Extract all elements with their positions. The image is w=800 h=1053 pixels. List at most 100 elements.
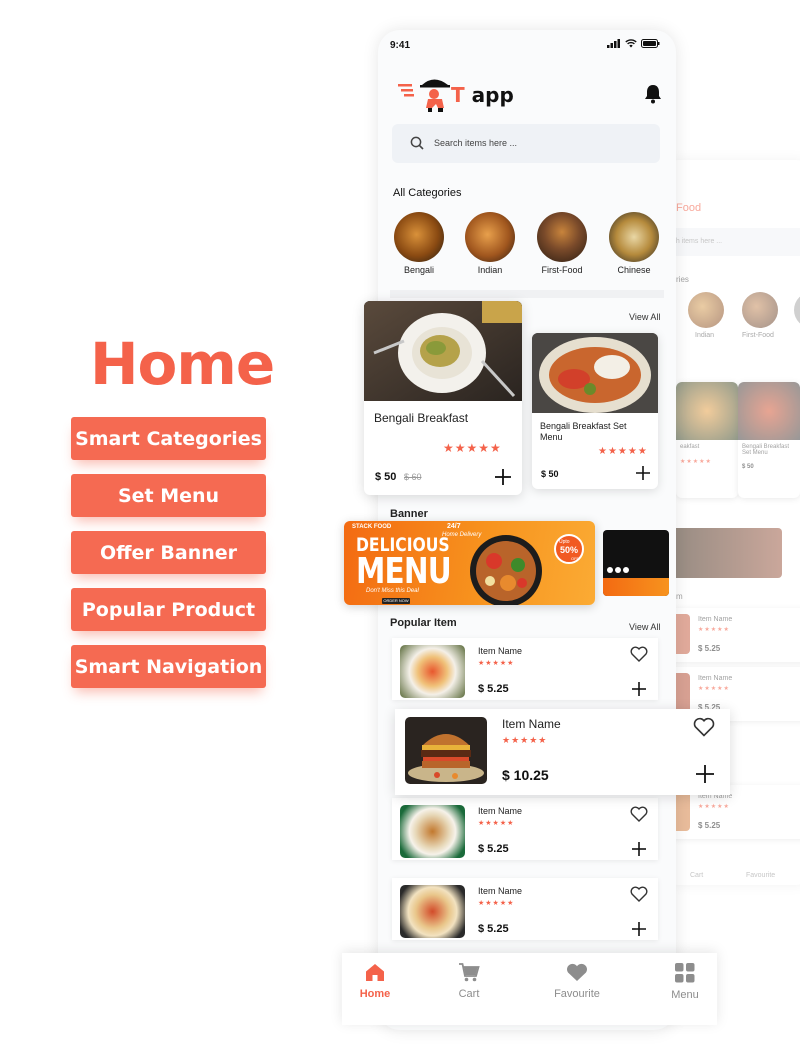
popular-item-image bbox=[400, 885, 465, 938]
category-label-first-food[interactable]: First-Food bbox=[527, 265, 597, 275]
categories-title: All Categories bbox=[393, 187, 462, 199]
search-input[interactable]: Search items here ... bbox=[392, 124, 660, 163]
banner-title: Banner bbox=[390, 508, 428, 520]
category-image-chinese[interactable] bbox=[609, 212, 659, 262]
back-menu-name: Bengali Breakfast Set Menu bbox=[742, 444, 790, 456]
delivery-logo-icon bbox=[398, 79, 450, 112]
offer-banner-secondary[interactable] bbox=[603, 530, 669, 596]
nav-favourite[interactable]: Favourite bbox=[542, 963, 612, 1000]
add-to-cart-plus-icon[interactable] bbox=[632, 682, 646, 696]
social-icon bbox=[623, 567, 629, 573]
category-label-indian[interactable]: Indian bbox=[455, 265, 525, 275]
popular-item-name: Item Name bbox=[478, 886, 523, 896]
add-to-cart-plus-icon[interactable] bbox=[696, 765, 714, 783]
home-icon bbox=[366, 964, 384, 981]
add-to-cart-plus-icon[interactable] bbox=[632, 842, 646, 856]
grid-icon bbox=[675, 963, 695, 983]
back-item-stars: ★★★★★ bbox=[698, 627, 730, 633]
nav-favourite-label: Favourite bbox=[554, 988, 600, 1000]
favourite-heart-icon[interactable] bbox=[630, 886, 648, 902]
popular-item-name: Item Name bbox=[478, 806, 523, 816]
notification-bell-icon[interactable] bbox=[644, 84, 662, 104]
category-image-first-food[interactable] bbox=[537, 212, 587, 262]
popular-view-all[interactable]: View All bbox=[629, 622, 660, 632]
back-nav-favourite: Favourite bbox=[746, 872, 776, 879]
feature-smart-categories: Smart Categories bbox=[71, 417, 266, 460]
offer-banner[interactable]: STACK FOOD DELICIOUS MENU Don't Miss thi… bbox=[344, 521, 595, 605]
back-category-label: First-Food bbox=[742, 332, 774, 339]
back-menu-card: eakfast ★★★★★ bbox=[676, 382, 738, 498]
search-placeholder: Search items here ... bbox=[434, 138, 518, 148]
back-item-stars: ★★★★★ bbox=[698, 686, 730, 692]
popular-item-card[interactable]: Item Name ★★★★★ $ 5.25 bbox=[392, 878, 658, 940]
back-bottom-nav: Cart Favourite bbox=[662, 850, 800, 885]
banner-badge: 24/7 bbox=[447, 523, 461, 530]
back-menu-image bbox=[738, 382, 800, 440]
back-list-title: m bbox=[676, 592, 683, 601]
bottom-navigation: Home Cart Favourite Menu bbox=[342, 953, 717, 1025]
set-menu-view-all[interactable]: View All bbox=[629, 312, 660, 322]
popular-item-image bbox=[400, 645, 465, 698]
back-banner bbox=[662, 528, 782, 578]
back-item-price: $ 5.25 bbox=[698, 644, 721, 653]
back-category-image bbox=[794, 292, 800, 328]
feature-offer-banner: Offer Banner bbox=[71, 531, 266, 574]
set-menu-name: Bengali Breakfast bbox=[374, 411, 469, 425]
add-to-cart-plus-icon[interactable] bbox=[636, 466, 650, 480]
signal-icon bbox=[607, 39, 620, 48]
favourite-heart-icon[interactable] bbox=[630, 646, 648, 662]
set-menu-image bbox=[532, 333, 658, 413]
set-menu-price: $ 50 bbox=[541, 469, 559, 479]
nav-cart-label: Cart bbox=[458, 988, 480, 1000]
popular-item-card[interactable]: Item Name ★★★★★ $ 5.25 bbox=[392, 798, 658, 860]
favourite-heart-icon[interactable] bbox=[693, 717, 715, 737]
nav-menu-label: Menu bbox=[671, 989, 699, 1001]
logo-word: app bbox=[471, 83, 514, 107]
add-to-cart-plus-icon[interactable] bbox=[632, 922, 646, 936]
popular-item-card[interactable]: Item Name ★★★★★ $ 5.25 bbox=[392, 638, 658, 700]
rice-plate-illustration bbox=[532, 333, 658, 413]
popular-item-name: Item Name bbox=[502, 717, 561, 731]
social-icon bbox=[615, 567, 621, 573]
category-label-chinese[interactable]: Chinese bbox=[599, 265, 669, 275]
add-to-cart-plus-icon[interactable] bbox=[495, 469, 511, 485]
category-label-bengali[interactable]: Bengali bbox=[384, 265, 454, 275]
social-icon bbox=[607, 567, 613, 573]
back-category-image bbox=[742, 292, 778, 328]
nav-home[interactable]: Home bbox=[340, 963, 410, 1000]
set-menu-card[interactable]: Bengali Breakfast Set Menu ★★★★★ $ 50 bbox=[532, 333, 658, 489]
cart-icon bbox=[459, 963, 480, 982]
feature-smart-navigation: Smart Navigation bbox=[71, 645, 266, 688]
popular-item-price: $ 5.25 bbox=[478, 923, 509, 935]
set-menu-old-price: $ 60 bbox=[404, 472, 422, 482]
back-search: rch items here ... bbox=[662, 228, 800, 256]
set-menu-card[interactable]: Bengali Breakfast ★★★★★ $ 50 $ 60 bbox=[364, 301, 522, 495]
popular-item-card-featured[interactable]: Item Name ★★★★★ $ 10.25 bbox=[395, 709, 730, 795]
popular-item-stars: ★★★★★ bbox=[478, 820, 515, 827]
wifi-icon bbox=[625, 39, 637, 48]
back-menu-price: $ 50 bbox=[742, 464, 754, 470]
category-image-bengali[interactable] bbox=[394, 212, 444, 262]
banner-order-button[interactable]: ORDER NOW bbox=[382, 598, 410, 604]
banner-discount-sub: OFF bbox=[571, 556, 579, 561]
category-image-indian[interactable] bbox=[465, 212, 515, 262]
popular-item-price: $ 10.25 bbox=[502, 767, 549, 783]
back-item-price: $ 5.25 bbox=[698, 821, 721, 830]
banner-social-icons bbox=[607, 567, 629, 573]
favourite-heart-icon[interactable] bbox=[630, 806, 648, 822]
feature-popular-product: Popular Product bbox=[71, 588, 266, 631]
nav-menu[interactable]: Menu bbox=[650, 963, 720, 1001]
popular-title: Popular Item bbox=[390, 617, 457, 629]
back-menu-stars: ★★★★★ bbox=[680, 459, 712, 465]
status-icons bbox=[607, 39, 660, 48]
logo-letter: T bbox=[451, 83, 465, 107]
app-logo-text: T app bbox=[451, 83, 514, 107]
back-category-image bbox=[688, 292, 724, 328]
popular-item-stars: ★★★★★ bbox=[478, 900, 515, 907]
popular-item-price: $ 5.25 bbox=[478, 843, 509, 855]
nav-cart[interactable]: Cart bbox=[434, 963, 504, 1000]
back-category-label: Indian bbox=[695, 332, 715, 339]
set-menu-stars: ★★★★★ bbox=[598, 446, 648, 457]
set-menu-stars: ★★★★★ bbox=[443, 441, 502, 455]
battery-icon bbox=[641, 39, 660, 48]
